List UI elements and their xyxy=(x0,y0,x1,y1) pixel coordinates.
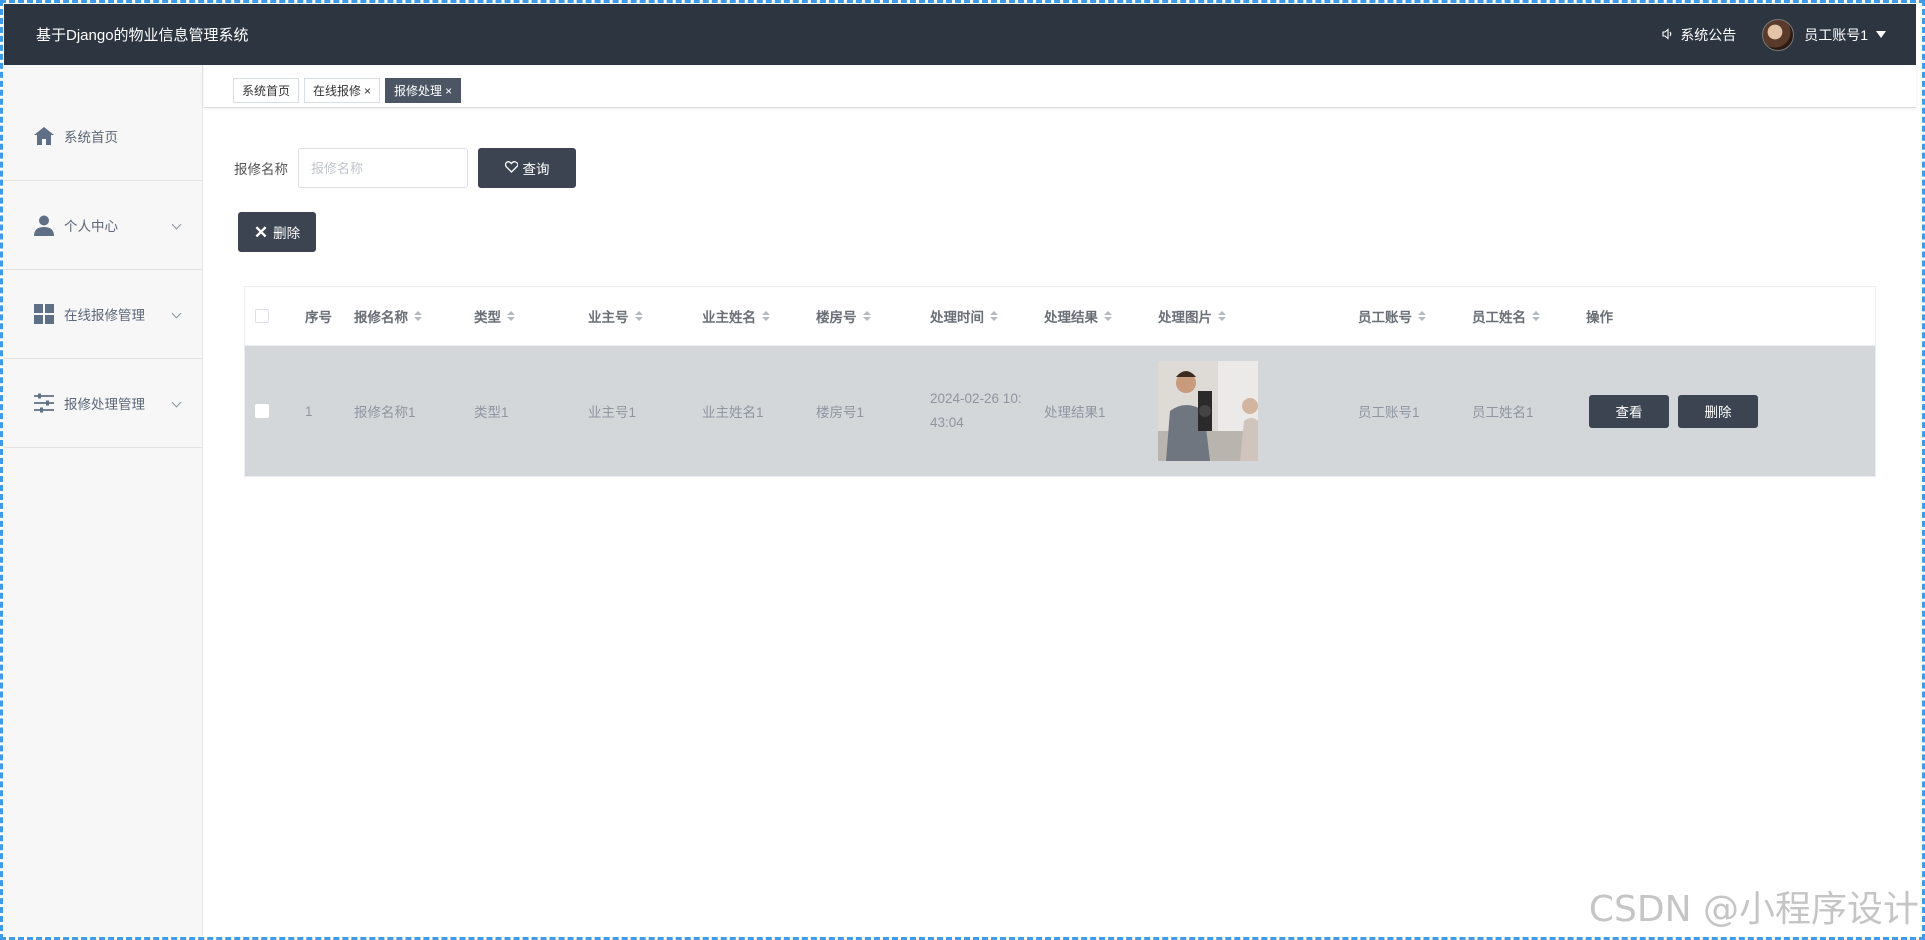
search-form: 报修名称 查询 xyxy=(234,148,576,188)
column-header[interactable]: 员工姓名 xyxy=(1472,287,1540,345)
table-header: 序号 报修名称 类型 业主号 业主姓名 楼房号 处理时间 处理结果 处理图片 员… xyxy=(245,287,1875,346)
batch-delete-button[interactable]: ✕ 删除 xyxy=(238,212,316,252)
column-header[interactable]: 报修名称 xyxy=(354,287,422,345)
column-header[interactable]: 业主姓名 xyxy=(702,287,770,345)
tab-label: 在线报修 xyxy=(313,84,362,98)
sidebar-item-label: 个人中心 xyxy=(64,219,118,234)
cell-result: 处理结果1 xyxy=(1044,405,1106,420)
sliders-icon xyxy=(32,391,56,415)
column-header[interactable]: 楼房号 xyxy=(816,287,871,345)
sort-icon[interactable] xyxy=(634,311,643,321)
sort-icon[interactable] xyxy=(990,311,998,321)
cell-time-wrap: 2024-02-26 10:43:04 xyxy=(930,346,1025,476)
column-header: 操作 xyxy=(1586,310,1613,325)
row-delete-button[interactable]: 删除 xyxy=(1678,394,1758,428)
delete-label: 删除 xyxy=(273,226,301,241)
tab-label: 系统首页 xyxy=(242,84,291,98)
sidebar-item-online-repair[interactable]: 在线报修管理 xyxy=(4,270,202,359)
sort-icon[interactable] xyxy=(862,311,871,321)
tab-online-repair[interactable]: 在线报修 × xyxy=(304,78,381,103)
sort-icon[interactable] xyxy=(414,311,422,321)
search-label: 报修名称 xyxy=(234,162,288,177)
cell-type: 类型1 xyxy=(474,405,509,420)
search-input[interactable] xyxy=(298,148,468,188)
close-icon[interactable]: × xyxy=(445,84,452,98)
cell-repair-name: 报修名称1 xyxy=(354,405,416,420)
sidebar-item-label: 系统首页 xyxy=(64,130,118,145)
cell-photo xyxy=(1158,346,1258,476)
notice-label: 系统公告 xyxy=(1680,26,1737,43)
notice-button[interactable]: 系统公告 xyxy=(1662,25,1736,45)
column-header[interactable]: 序号 xyxy=(305,287,332,345)
app-title: 基于Django的物业信息管理系统 xyxy=(36,27,249,44)
table-row[interactable]: 1 报修名称1 类型1 业主号1 业主姓名1 楼房号1 2024-02-26 1… xyxy=(245,346,1875,476)
speaker-icon xyxy=(1662,27,1674,43)
user-menu[interactable]: 员工账号1 xyxy=(1804,25,1886,45)
top-header: 基于Django的物业信息管理系统 系统公告 员工账号1 xyxy=(4,4,1916,65)
query-button[interactable]: 查询 xyxy=(478,148,576,188)
sort-icon[interactable] xyxy=(1532,311,1540,321)
data-table: 序号 报修名称 类型 业主号 业主姓名 楼房号 处理时间 处理结果 处理图片 员… xyxy=(244,286,1876,477)
sidebar-item-repair-handling[interactable]: 报修处理管理 xyxy=(4,359,202,448)
cell-owner-name: 业主姓名1 xyxy=(702,405,764,420)
sidebar: 系统首页 个人中心 在线报修管理 报修处理管理 xyxy=(4,65,203,936)
user-icon xyxy=(32,213,56,237)
sidebar-item-label: 报修处理管理 xyxy=(64,397,145,412)
cell-staff-name: 员工姓名1 xyxy=(1472,405,1534,420)
tag-view-bar: 系统首页 在线报修 × 报修处理 × xyxy=(204,65,1916,108)
user-name: 员工账号1 xyxy=(1804,26,1868,43)
row-select-cell xyxy=(255,346,269,476)
chevron-down-icon xyxy=(171,397,182,408)
grid-icon xyxy=(32,302,56,326)
home-icon xyxy=(32,124,56,148)
column-header[interactable]: 类型 xyxy=(474,287,515,345)
watermark: CSDN @小程序设计 xyxy=(1588,889,1919,930)
cell-actions: 查看 删除 xyxy=(1589,346,1758,476)
cell-index: 1 xyxy=(305,403,313,419)
sort-icon[interactable] xyxy=(762,311,770,321)
avatar[interactable] xyxy=(1762,18,1795,51)
select-all-cell xyxy=(255,287,269,345)
column-header[interactable]: 处理图片 xyxy=(1158,287,1226,345)
sort-icon[interactable] xyxy=(1418,311,1426,321)
column-header[interactable]: 处理时间 xyxy=(930,287,998,345)
select-all-checkbox[interactable] xyxy=(255,309,269,323)
cell-building-no: 楼房号1 xyxy=(816,405,865,420)
sort-icon[interactable] xyxy=(1218,311,1226,321)
view-button[interactable]: 查看 xyxy=(1589,394,1669,428)
close-icon: ✕ xyxy=(253,222,269,242)
sort-icon[interactable] xyxy=(507,311,515,321)
sidebar-item-personal-center[interactable]: 个人中心 xyxy=(4,181,202,270)
sort-icon[interactable] xyxy=(1104,311,1112,321)
caret-down-icon xyxy=(1876,31,1886,38)
row-checkbox[interactable] xyxy=(255,404,269,418)
heart-icon xyxy=(504,160,519,176)
tab-repair-handling[interactable]: 报修处理 × xyxy=(385,78,462,103)
column-header[interactable]: 员工账号 xyxy=(1358,287,1426,345)
column-header[interactable]: 业主号 xyxy=(588,287,643,345)
cell-time: 2024-02-26 10:43:04 xyxy=(930,391,1022,430)
cell-owner-no: 业主号1 xyxy=(588,405,637,420)
query-label: 查询 xyxy=(522,162,550,177)
chevron-down-icon xyxy=(171,308,182,319)
tab-label: 报修处理 xyxy=(394,84,443,98)
sidebar-item-label: 在线报修管理 xyxy=(64,308,145,323)
column-header[interactable]: 处理结果 xyxy=(1044,287,1112,345)
repair-photo[interactable] xyxy=(1158,361,1258,461)
chevron-down-icon xyxy=(171,219,182,230)
sidebar-item-home[interactable]: 系统首页 xyxy=(4,92,202,181)
cell-staff-account: 员工账号1 xyxy=(1358,405,1420,420)
close-icon[interactable]: × xyxy=(364,84,371,98)
tab-home[interactable]: 系统首页 xyxy=(233,78,300,103)
